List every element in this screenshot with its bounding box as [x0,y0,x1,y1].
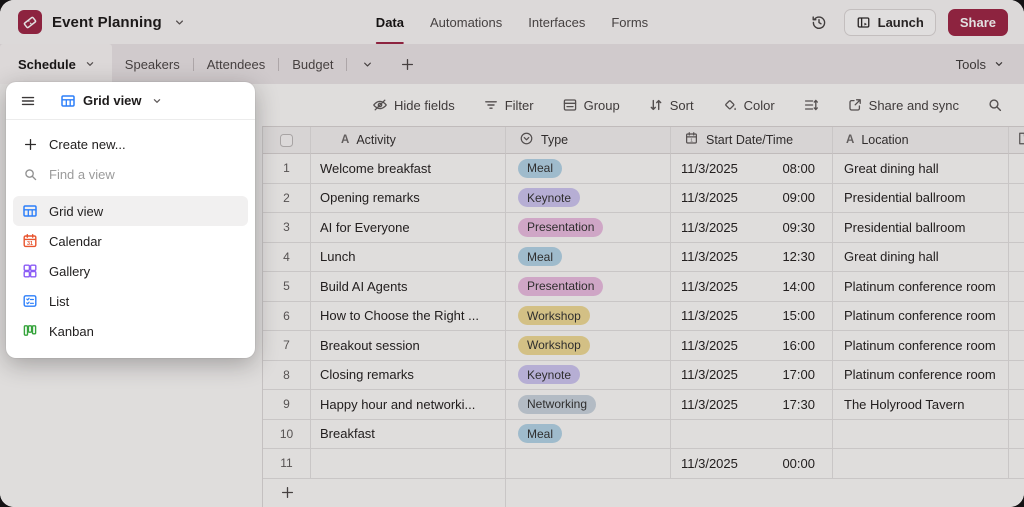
create-new-view-button[interactable]: Create new... [13,129,248,159]
calendar-view-icon: 31 [22,233,38,249]
current-view-label: Grid view [83,93,142,108]
view-item-list[interactable]: List [13,286,248,316]
grid-view-icon [60,93,76,109]
find-view-placeholder: Find a view [49,167,115,182]
svg-text:31: 31 [27,241,33,247]
view-panel-header: Grid view [6,82,255,120]
menu-spacer [13,189,248,196]
kanban-view-icon [22,323,38,339]
view-item-kanban[interactable]: Kanban [13,316,248,346]
create-new-view-label: Create new... [49,137,126,152]
view-item-grid-view[interactable]: Grid view [13,196,248,226]
chevron-down-icon [149,93,165,109]
list-view-icon [22,293,38,309]
view-list: Grid view31CalendarGalleryListKanban [13,196,248,346]
view-menu: Create new... Find a view Grid view31Cal… [6,120,255,358]
grid-view-icon [22,203,38,219]
current-view-button[interactable]: Grid view [60,93,165,109]
search-icon [22,166,38,182]
airtable-window: Event Planning DataAutomationsInterfaces… [0,0,1024,507]
gallery-view-icon [22,263,38,279]
plus-icon [22,136,38,152]
view-item-gallery[interactable]: Gallery [13,256,248,286]
view-switcher-panel: Grid view Create new... Find a view Gri [6,82,255,358]
sidebar-toggle-icon[interactable] [20,93,36,109]
view-item-calendar[interactable]: 31Calendar [13,226,248,256]
find-view-input[interactable]: Find a view [13,159,248,189]
